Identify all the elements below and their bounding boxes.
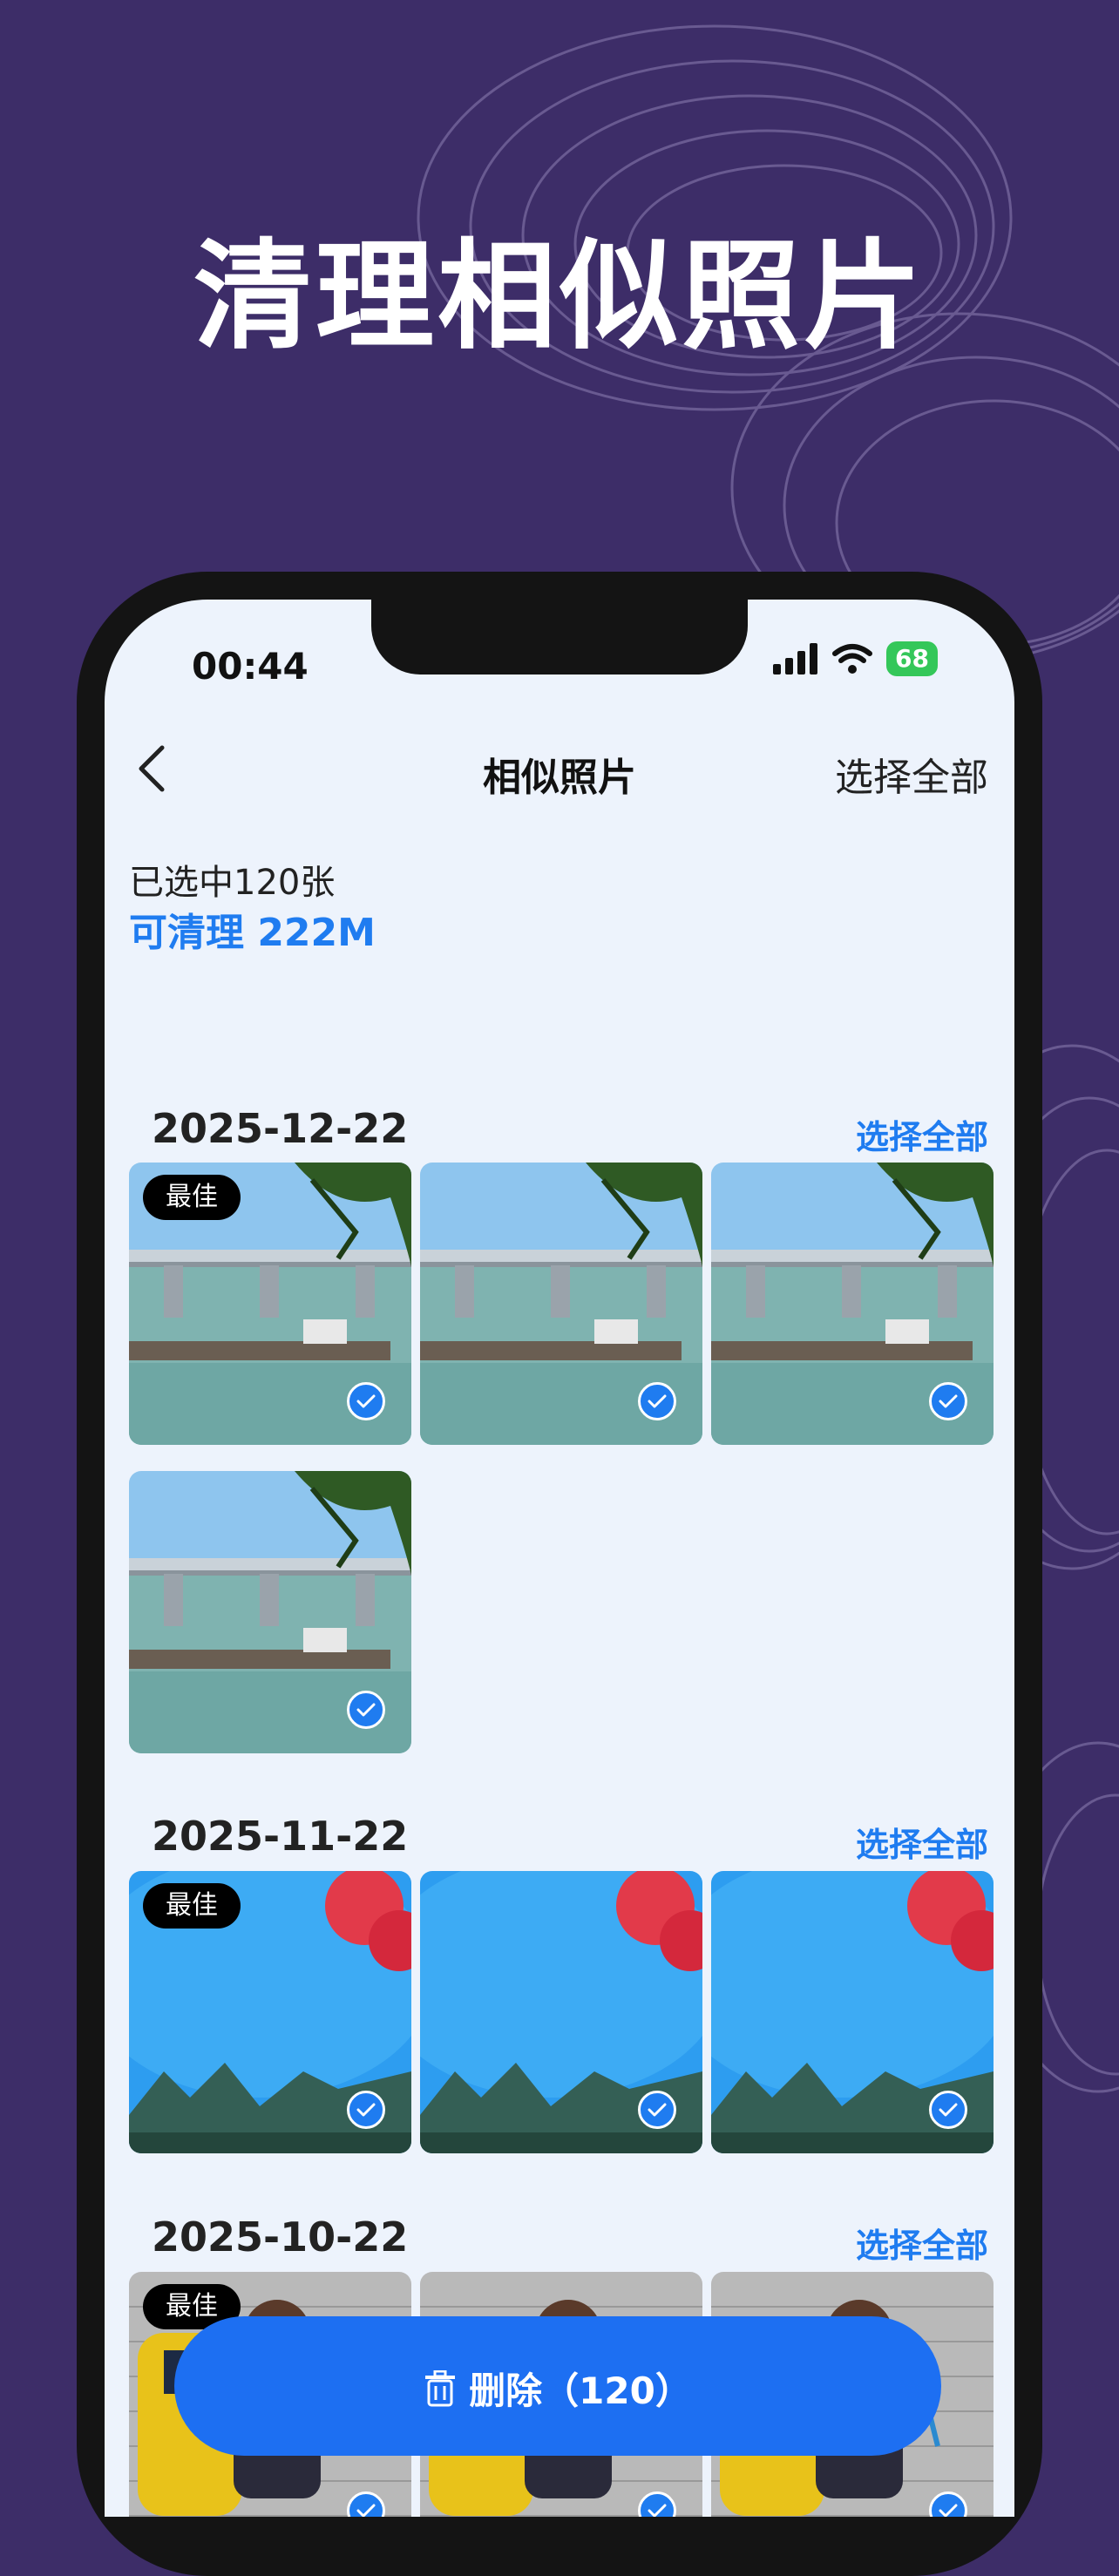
- delete-button-label: 删除（120）: [469, 2369, 692, 2412]
- check-icon[interactable]: [347, 2091, 385, 2129]
- check-icon[interactable]: [638, 1382, 676, 1420]
- photo-thumbnail[interactable]: [420, 1163, 702, 1445]
- check-icon[interactable]: [929, 1382, 967, 1420]
- photo-thumbnail[interactable]: [711, 1163, 994, 1445]
- photo-thumbnail[interactable]: [420, 1871, 702, 2153]
- check-icon[interactable]: [929, 2091, 967, 2129]
- wifi-icon: [832, 644, 873, 674]
- section-date: 2025-10-22: [152, 2213, 409, 2261]
- phone-screen: 00:44 68 相似照片 选择全部 已选中120张 可清理 222M 2025…: [105, 600, 1014, 2517]
- select-all-button[interactable]: 选择全部: [835, 746, 988, 802]
- cleanable-size: 可清理 222M: [129, 911, 376, 955]
- section-date: 2025-12-22: [152, 1105, 409, 1152]
- best-badge: 最佳: [143, 1883, 241, 1929]
- section-select-all-button[interactable]: 选择全部: [856, 2219, 988, 2267]
- check-icon[interactable]: [347, 1382, 385, 1420]
- photo-thumbnail[interactable]: [711, 1871, 994, 2153]
- section-select-all-button[interactable]: 选择全部: [856, 1110, 988, 1158]
- photo-thumbnail[interactable]: 最佳: [129, 1163, 411, 1445]
- page-headline: 清理相似照片: [193, 228, 926, 366]
- status-time: 00:44: [192, 645, 309, 688]
- selected-count: 已选中120张: [129, 863, 336, 903]
- trash-icon: [425, 2369, 456, 2406]
- nav-bar: 相似照片 选择全部: [105, 730, 1014, 809]
- delete-button[interactable]: 删除（120）: [174, 2316, 941, 2456]
- status-icons: 68: [773, 641, 938, 676]
- photo-thumbnail[interactable]: 最佳: [129, 1871, 411, 2153]
- notch: [371, 600, 748, 675]
- best-badge: 最佳: [143, 1175, 241, 1220]
- section-date: 2025-11-22: [152, 1813, 409, 1860]
- check-icon[interactable]: [638, 2091, 676, 2129]
- check-icon[interactable]: [347, 1691, 385, 1729]
- photo-thumbnail[interactable]: [129, 1471, 411, 1753]
- signal-icon: [773, 643, 818, 675]
- section-select-all-button[interactable]: 选择全部: [856, 1818, 988, 1866]
- battery-icon: 68: [886, 641, 938, 676]
